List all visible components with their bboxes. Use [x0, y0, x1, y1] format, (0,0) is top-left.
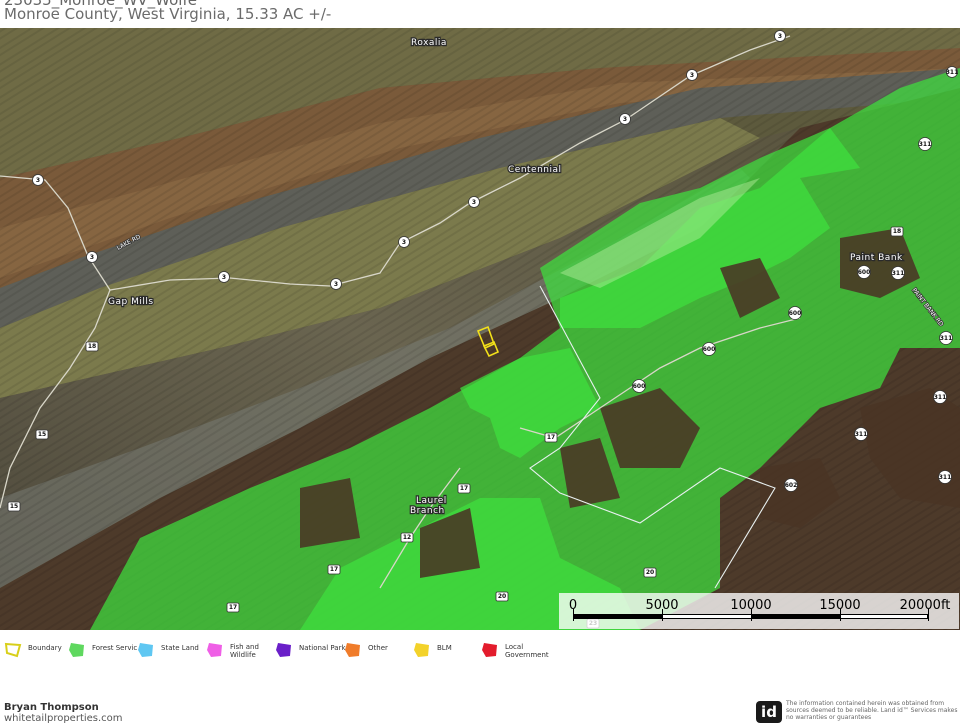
legend-label: Fish and Wildlife [230, 643, 259, 659]
svg-text:311: 311 [946, 69, 959, 76]
place-label-laurel: Laurel [416, 496, 447, 506]
route-shield-icon: 3 [32, 174, 44, 186]
pentagon-icon [345, 643, 360, 657]
route-shield-icon: 15 [35, 429, 49, 440]
route-shield-icon: 311 [891, 266, 905, 280]
place-label-centennial: Centennial [508, 165, 562, 175]
legend-label: BLM [437, 644, 452, 652]
svg-text:311: 311 [892, 270, 905, 277]
svg-text:602: 602 [785, 482, 798, 489]
route-shield-icon: 17 [226, 602, 240, 613]
pentagon-icon [482, 643, 497, 657]
legend-label: Boundary [28, 644, 62, 652]
svg-text:3: 3 [222, 274, 226, 281]
legend-label: Forest Servic [92, 644, 138, 652]
svg-text:17: 17 [460, 485, 468, 492]
route-shield-icon: 17 [544, 432, 558, 443]
route-shield-icon: 311 [946, 66, 959, 78]
route-shield-icon: 600 [788, 306, 802, 320]
svg-text:20: 20 [498, 593, 506, 600]
route-shield-icon: 3 [686, 69, 698, 81]
legend-label: Local Government [505, 643, 549, 659]
route-shield-icon: 17 [457, 483, 471, 494]
route-shield-icon: 3 [619, 113, 631, 125]
svg-text:3: 3 [472, 199, 476, 206]
svg-text:17: 17 [547, 434, 555, 441]
place-label-gap-mills: Gap Mills [108, 297, 154, 307]
route-shield-icon: 3 [330, 278, 342, 290]
svg-text:12: 12 [403, 534, 411, 541]
svg-text:3: 3 [623, 116, 627, 123]
svg-text:3: 3 [90, 254, 94, 261]
place-label-branch: Branch [410, 506, 445, 516]
disclaimer-text: The information contained herein was obt… [786, 700, 958, 721]
route-shield-icon: 3 [218, 271, 230, 283]
pentagon-icon [414, 643, 429, 657]
route-shield-icon: 602 [784, 478, 798, 492]
route-shield-icon: 3 [398, 236, 410, 248]
svg-text:18: 18 [893, 228, 901, 235]
pentagon-icon [138, 643, 153, 657]
map-canvas[interactable]: Roxalia Centennial Gap Mills Paint Bank … [0, 28, 960, 630]
svg-text:3: 3 [690, 72, 694, 79]
route-shield-icon: 311 [939, 331, 953, 345]
svg-text:20: 20 [646, 569, 654, 576]
route-shield-icon: 311 [938, 470, 952, 484]
place-label-paint-bank: Paint Bank [850, 253, 903, 263]
agent-website[interactable]: whitetailproperties.com [4, 713, 123, 724]
route-shield-icon: 600 [632, 379, 646, 393]
route-shield-icon: 17 [327, 564, 341, 575]
svg-text:311: 311 [855, 431, 868, 438]
svg-text:17: 17 [330, 566, 338, 573]
route-shield-icon: 311 [854, 427, 868, 441]
legend-label: Other [368, 644, 388, 652]
agent-name: Bryan Thompson [4, 702, 99, 713]
pentagon-icon [276, 643, 291, 657]
legend-label: State Land [161, 644, 199, 652]
svg-text:600: 600 [858, 269, 871, 276]
svg-text:3: 3 [36, 177, 40, 184]
svg-text:311: 311 [934, 394, 947, 401]
route-shield-icon: 18 [890, 226, 904, 237]
svg-text:600: 600 [703, 346, 716, 353]
route-shield-icon: 311 [918, 137, 932, 151]
scale-bar: 0 5000 10000 15000 20000ft [559, 593, 959, 629]
svg-text:600: 600 [789, 310, 802, 317]
boundary-outline-icon [4, 642, 22, 658]
map-legend: Boundary Forest Servic State Land Fish a… [0, 636, 960, 666]
legend-label: National Park [299, 644, 346, 652]
svg-text:311: 311 [940, 335, 953, 342]
map-subtitle: Monroe County, West Virginia, 15.33 AC +… [4, 5, 332, 23]
scale-label-20000ft: 20000ft [899, 598, 951, 613]
svg-text:311: 311 [919, 141, 932, 148]
map-header: 23035_Monroe_WV_Wolfe Monroe County, Wes… [0, 0, 960, 28]
svg-text:311: 311 [939, 474, 952, 481]
svg-text:3: 3 [778, 33, 782, 40]
svg-text:18: 18 [88, 343, 96, 350]
route-shield-icon: 12 [400, 532, 414, 543]
pentagon-icon [207, 643, 222, 657]
svg-text:17: 17 [229, 604, 237, 611]
satellite-map[interactable]: Roxalia Centennial Gap Mills Paint Bank … [0, 28, 960, 630]
pentagon-icon [69, 643, 84, 657]
svg-text:15: 15 [38, 431, 46, 438]
route-shield-icon: 600 [702, 342, 716, 356]
route-shield-icon: 20 [495, 591, 509, 602]
place-label-roxalia: Roxalia [411, 38, 447, 48]
route-shield-icon: 20 [643, 567, 657, 578]
svg-text:3: 3 [402, 239, 406, 246]
svg-text:15: 15 [10, 503, 18, 510]
svg-text:3: 3 [334, 281, 338, 288]
route-shield-icon: 18 [85, 341, 99, 352]
route-shield-icon: 3 [468, 196, 480, 208]
route-shield-icon: 311 [933, 390, 947, 404]
route-shield-icon: 15 [7, 501, 21, 512]
route-shield-icon: 3 [86, 251, 98, 263]
route-shield-icon: 600 [857, 265, 871, 279]
route-shield-icon: 3 [774, 30, 786, 42]
svg-text:600: 600 [633, 383, 646, 390]
